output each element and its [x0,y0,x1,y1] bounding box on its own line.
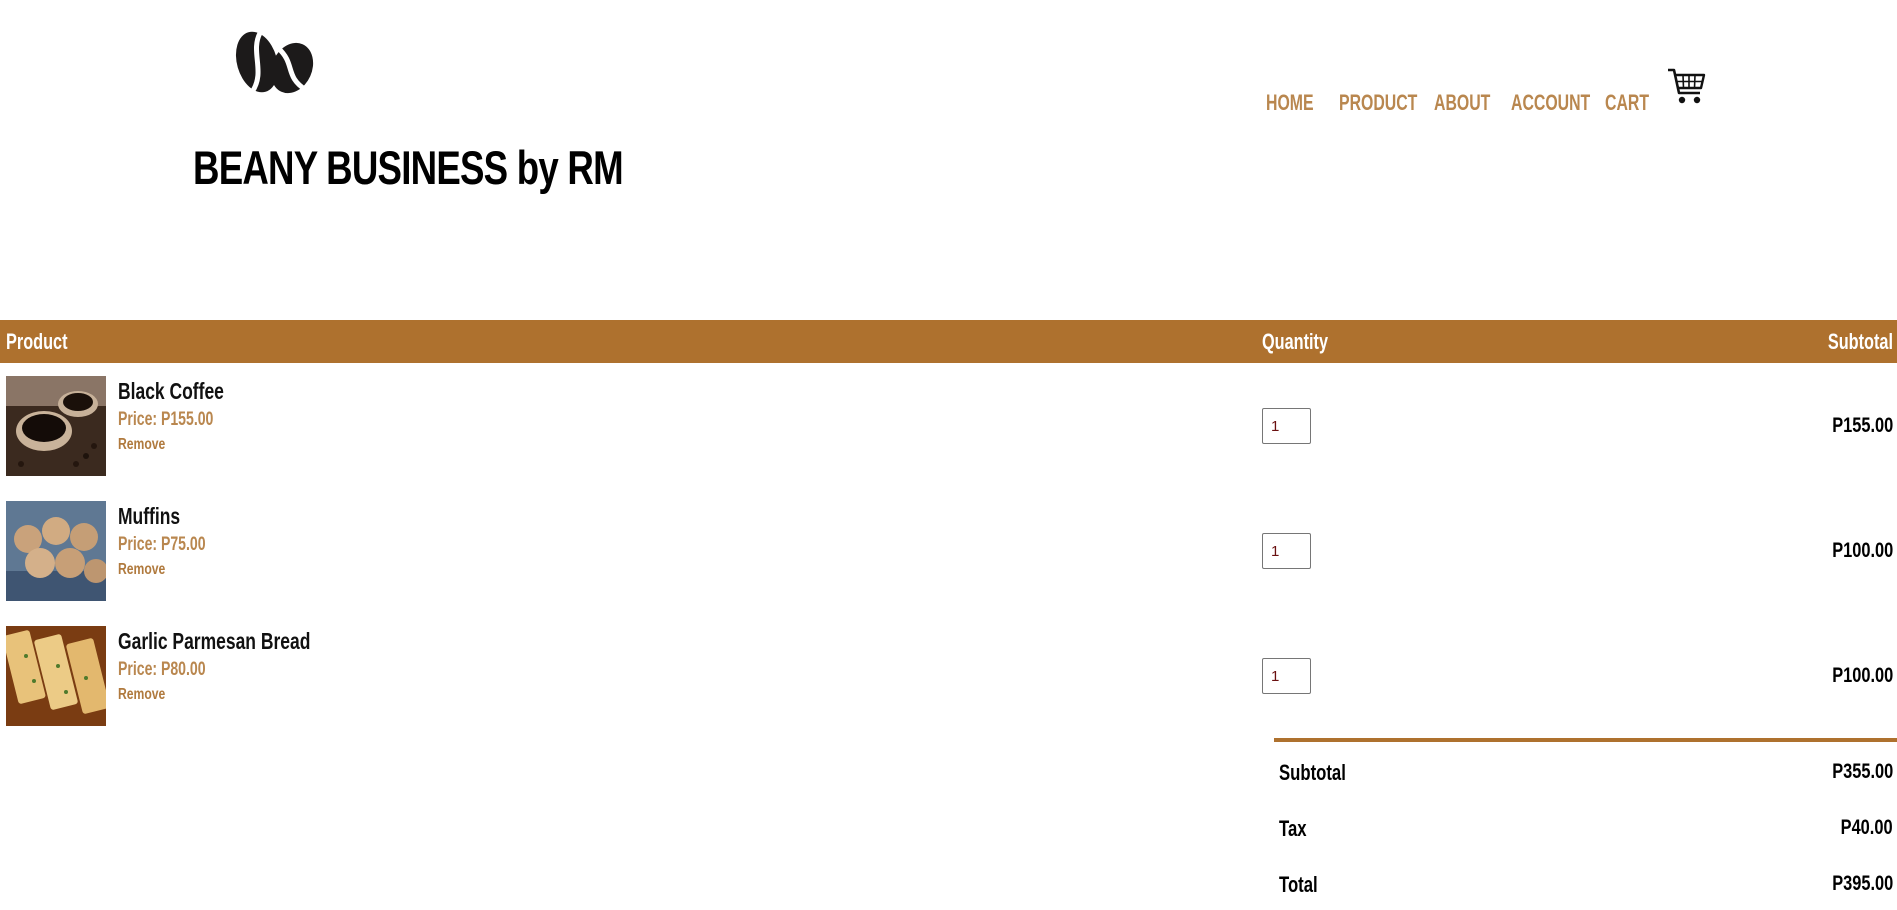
black-coffee-image [6,376,106,476]
remove-link[interactable]: Remove [118,686,165,704]
product-name: Garlic Parmesan Bread [118,628,311,654]
product-price: Price: P80.00 [118,659,206,680]
header-subtotal: Subtotal [1827,329,1893,354]
total-value: P395.00 [1831,872,1893,895]
muffins-image [6,501,106,601]
subtotal-label: Subtotal [1279,760,1346,785]
item-subtotal: P100.00 [1831,539,1893,562]
garlic-bread-image [6,626,106,726]
product-price: Price: P75.00 [118,534,206,555]
cart-table-header: Product Quantity Subtotal [0,320,1897,363]
product-name: Black Coffee [118,378,224,404]
tax-label: Tax [1279,816,1307,841]
subtotal-value: P355.00 [1831,760,1893,783]
cart-row: Muffins Price: P75.00 Remove P100.00 [0,501,1897,601]
tax-value: P40.00 [1841,816,1893,839]
nav-product-link[interactable]: PRODUCT [1339,90,1417,116]
quantity-input[interactable] [1262,658,1311,694]
brand-title: BEANY BUSINESS by RM [193,141,624,194]
header-product: Product [6,329,68,354]
quantity-input[interactable] [1262,533,1311,569]
subtotal-line: Subtotal P355.00 [1274,760,1897,790]
shopping-cart-icon[interactable] [1667,67,1707,107]
tax-line: Tax P40.00 [1274,816,1897,846]
cart-row: Black Coffee Price: P155.00 Remove P155.… [0,376,1897,476]
header-quantity: Quantity [1262,329,1329,354]
cart-row: Garlic Parmesan Bread Price: P80.00 Remo… [0,626,1897,726]
total-line: Total P395.00 [1274,872,1897,902]
nav-home-link[interactable]: HOME [1266,90,1314,116]
nav-account-link[interactable]: ACCOUNT [1511,90,1590,116]
remove-link[interactable]: Remove [118,561,165,579]
quantity-input[interactable] [1262,408,1311,444]
nav-about-link[interactable]: ABOUT [1434,90,1490,116]
product-name: Muffins [118,503,181,529]
cart-totals: Subtotal P355.00 Tax P40.00 Total P395.0… [1274,738,1897,897]
item-subtotal: P100.00 [1831,664,1893,687]
remove-link[interactable]: Remove [118,436,165,454]
nav-cart-link[interactable]: CART [1605,90,1649,116]
total-label: Total [1279,872,1318,897]
item-subtotal: P155.00 [1831,414,1893,437]
coffee-bean-icon [235,31,314,94]
product-price: Price: P155.00 [118,409,214,430]
